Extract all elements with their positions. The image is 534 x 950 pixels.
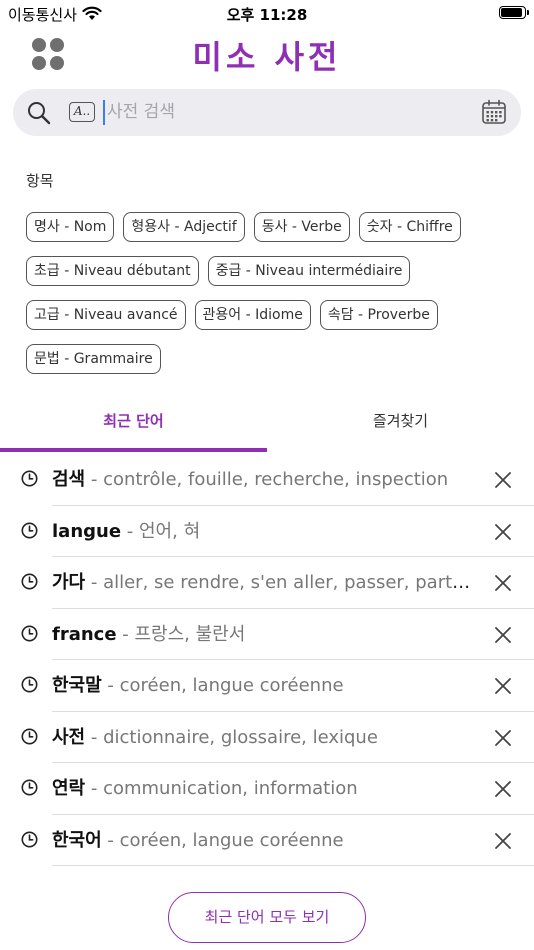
category-chips: 명사 - Nom 형용사 - Adjectif 동사 - Verbe 숫자 - … [26, 212, 522, 388]
view-all-recent-button[interactable]: 최근 단어 모두 보기 [168, 892, 366, 943]
remove-word-icon[interactable] [494, 780, 512, 798]
word-row[interactable]: 사전 - dictionnaire, glossaire, lexique [0, 712, 534, 763]
word-definition: 언어, 혀 [139, 520, 201, 542]
word-term: 사전 [52, 726, 86, 748]
word-entry[interactable]: 한국어 - coréen, langue coréenne [52, 815, 472, 866]
tab-favorites[interactable]: 즐겨찾기 [267, 398, 534, 448]
word-row[interactable]: 가다 - aller, se rendre, s'en aller, passe… [0, 557, 534, 609]
clock-icon [21, 573, 38, 594]
row-divider [52, 865, 534, 866]
search-input[interactable] [107, 97, 467, 127]
word-row[interactable]: 한국어 - coréen, langue coréenne [0, 815, 534, 866]
search-icon[interactable] [27, 101, 51, 125]
category-chip[interactable]: 초급 - Niveau débutant [26, 256, 199, 286]
status-bar: 이동통신사 오후 11:28 [0, 0, 534, 28]
word-definition: 프랑스, 불란서 [134, 623, 246, 645]
word-entry[interactable]: 한국말 - coréen, langue coréenne [52, 660, 472, 711]
chip-row: 문법 - Grammaire [26, 344, 522, 374]
word-separator: - [121, 520, 139, 542]
clock-icon [21, 831, 38, 852]
word-entry[interactable]: 사전 - dictionnaire, glossaire, lexique [52, 712, 472, 763]
tab-recent-words[interactable]: 최근 단어 [0, 398, 267, 448]
clock-icon [21, 676, 38, 697]
word-definition: aller, se rendre, s'en aller, passer, pa… [103, 572, 472, 593]
word-separator: - [85, 726, 104, 748]
word-definition: coréen, langue coréenne [119, 829, 344, 851]
category-chip[interactable]: 명사 - Nom [26, 212, 115, 242]
word-definition: contrôle, fouille, recherche, inspection [103, 469, 449, 490]
word-definition: dictionnaire, glossaire, lexique [103, 726, 378, 748]
recent-words-list: 검색 - contrôle, fouille, recherche, inspe… [0, 454, 534, 866]
word-separator: - [85, 469, 104, 490]
word-row[interactable]: langue - 언어, 혀 [0, 506, 534, 557]
text-cursor [103, 100, 105, 125]
word-term: langue [52, 520, 122, 542]
search-bar[interactable]: A.. [13, 89, 521, 136]
remove-word-icon[interactable] [494, 574, 512, 592]
word-row[interactable]: france - 프랑스, 불란서 [0, 609, 534, 660]
word-separator: - [85, 572, 104, 593]
word-entry[interactable]: 연락 - communication, information [52, 763, 472, 814]
word-term: 검색 [52, 469, 86, 490]
clock-icon [21, 779, 38, 800]
remove-word-icon[interactable] [494, 677, 512, 695]
word-term: 연락 [52, 778, 86, 799]
calendar-icon[interactable] [481, 99, 507, 125]
word-term: 가다 [52, 572, 86, 593]
category-chip[interactable]: 동사 - Verbe [253, 212, 350, 242]
clock-icon [21, 470, 38, 491]
word-separator: - [101, 829, 120, 851]
category-chip[interactable]: 고급 - Niveau avancé [26, 300, 186, 330]
categories-label: 항목 [26, 172, 54, 190]
status-time: 오후 11:28 [226, 6, 308, 24]
word-term: 한국어 [52, 829, 102, 851]
clock-icon [21, 728, 38, 749]
word-row[interactable]: 연락 - communication, information [0, 763, 534, 815]
word-definition: communication, information [103, 778, 358, 799]
clock-icon [21, 625, 38, 646]
category-chip[interactable]: 중급 - Niveau intermédiaire [207, 256, 411, 286]
chip-row: 초급 - Niveau débutant 중급 - Niveau intermé… [26, 256, 522, 286]
remove-word-icon[interactable] [494, 523, 512, 541]
remove-word-icon[interactable] [494, 626, 512, 644]
word-row[interactable]: 한국말 - coréen, langue coréenne [0, 660, 534, 712]
word-term: 한국말 [52, 675, 102, 696]
word-definition: coréen, langue coréenne [119, 675, 344, 696]
app-title: 미소 사전 [192, 38, 342, 76]
word-separator: - [85, 778, 104, 799]
chip-row: 고급 - Niveau avancé 관용어 - Idiome 속담 - Pro… [26, 300, 522, 330]
word-entry[interactable]: france - 프랑스, 불란서 [52, 609, 472, 660]
category-chip[interactable]: 형용사 - Adjectif [123, 212, 245, 242]
word-term: france [52, 623, 117, 645]
word-entry[interactable]: 검색 - contrôle, fouille, recherche, inspe… [52, 454, 472, 505]
tab-bar: 최근 단어 즐겨찾기 [0, 398, 534, 453]
chip-row: 명사 - Nom 형용사 - Adjectif 동사 - Verbe 숫자 - … [26, 212, 522, 242]
clock-icon [21, 522, 38, 543]
active-tab-indicator [0, 448, 267, 452]
remove-word-icon[interactable] [494, 729, 512, 747]
handwriting-input-icon[interactable]: A.. [69, 102, 95, 122]
category-chip[interactable]: 관용어 - Idiome [194, 300, 311, 330]
word-separator: - [116, 623, 135, 645]
word-entry[interactable]: langue - 언어, 혀 [52, 506, 472, 557]
category-chip[interactable]: 문법 - Grammaire [26, 344, 161, 374]
category-chip[interactable]: 속담 - Proverbe [319, 300, 438, 330]
category-chip[interactable]: 숫자 - Chiffre [358, 212, 461, 242]
remove-word-icon[interactable] [494, 832, 512, 850]
word-row[interactable]: 검색 - contrôle, fouille, recherche, inspe… [0, 454, 534, 506]
remove-word-icon[interactable] [494, 471, 512, 489]
word-entry[interactable]: 가다 - aller, se rendre, s'en aller, passe… [52, 557, 472, 608]
app-header: 미소 사전 [0, 28, 534, 82]
word-separator: - [101, 675, 120, 696]
battery-icon [499, 6, 529, 19]
